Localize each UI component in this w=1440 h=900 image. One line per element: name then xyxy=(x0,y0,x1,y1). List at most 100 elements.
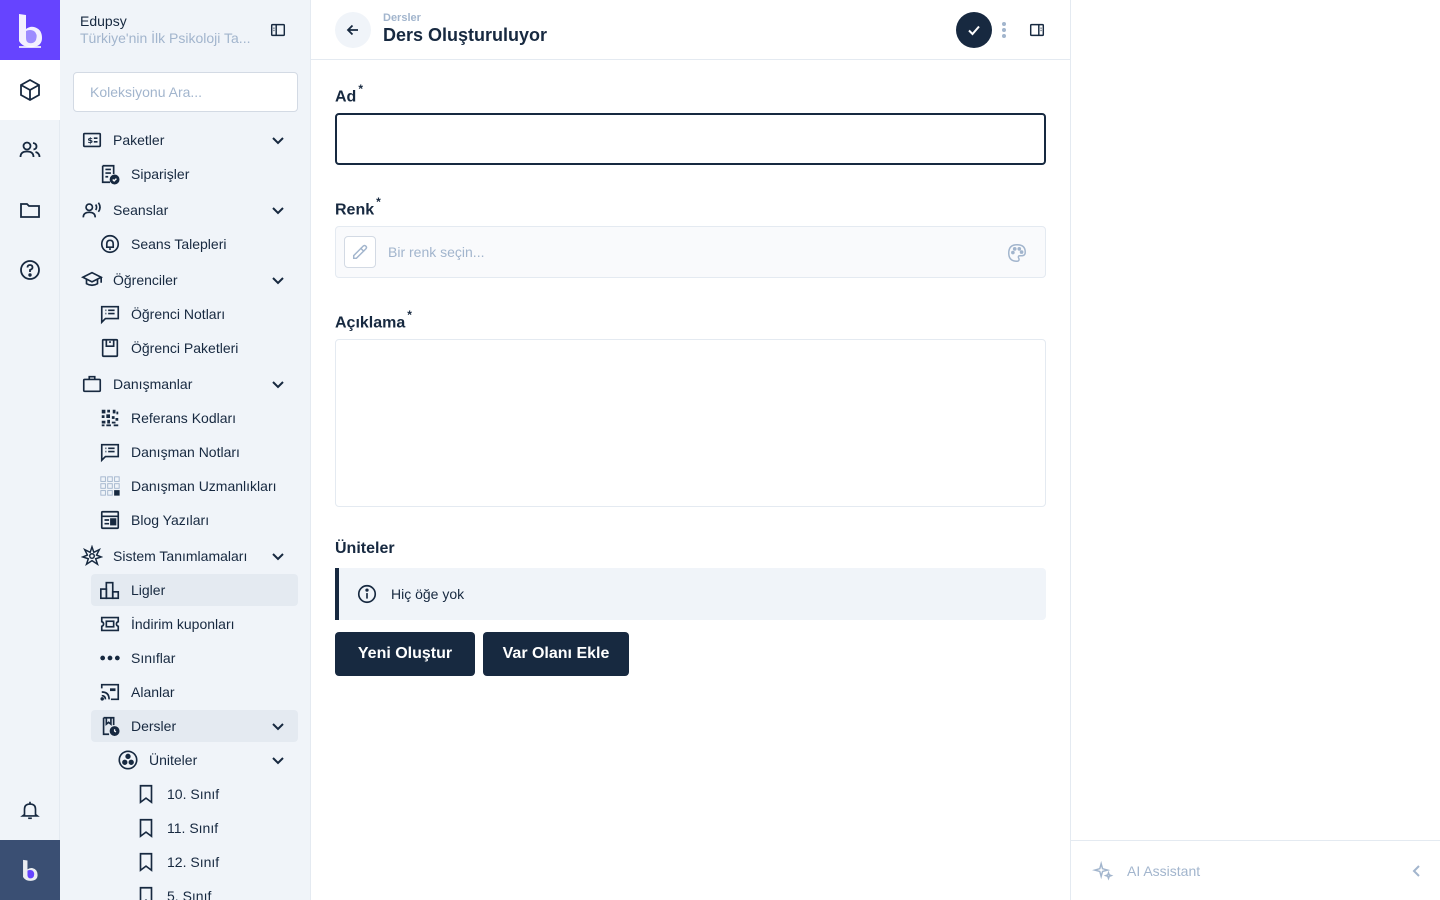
nav-item-label: Öğrenci Notları xyxy=(131,306,226,322)
logo-icon xyxy=(19,14,42,48)
nav-item-label: Danışmanlar xyxy=(113,376,193,392)
nav-item-danismanlar[interactable]: Danışmanlar xyxy=(81,368,298,400)
nav-item-label: Üniteler xyxy=(149,752,198,768)
palette-button[interactable] xyxy=(1005,241,1029,265)
user-avatar[interactable] xyxy=(0,840,60,900)
nav-item-danisman-uzmanliklari[interactable]: Danışman Uzmanlıkları xyxy=(99,470,298,502)
sidebar-left-icon xyxy=(270,23,286,37)
nav-item-ligler[interactable]: Ligler xyxy=(91,574,298,606)
nav-item-seanslar[interactable]: Seanslar xyxy=(81,194,298,226)
arrow-back-icon xyxy=(346,24,358,36)
nav-item-label: Öğrenci Paketleri xyxy=(131,340,239,356)
nav-item-label: Paketler xyxy=(113,132,165,148)
nav-item-label: Danışman Notları xyxy=(131,444,240,460)
voice-person-icon xyxy=(81,199,103,221)
empty-notice-text: Hiç öğe yok xyxy=(391,586,465,602)
header-bar: Dersler Ders Oluşturuluyor xyxy=(311,0,1070,60)
chevron-down-icon[interactable] xyxy=(268,716,288,736)
chevron-down-icon[interactable] xyxy=(268,270,288,290)
nav-item-label: Blog Yazıları xyxy=(131,512,210,528)
nav-item-blog-yazilari[interactable]: Blog Yazıları xyxy=(99,504,298,536)
color-picker-button[interactable] xyxy=(344,236,376,268)
colorize-icon xyxy=(352,244,368,260)
collection-search-input[interactable] xyxy=(73,72,298,112)
nav-item-12-sinif[interactable]: 12. Sınıf xyxy=(135,846,298,878)
palette-icon xyxy=(1008,244,1026,262)
bookmark-icon xyxy=(135,783,157,805)
chevron-down-icon[interactable] xyxy=(268,546,288,566)
settings-burst-icon xyxy=(81,545,103,567)
color-input[interactable]: Bir renk seçin... xyxy=(335,226,1046,278)
page-title: Ders Oluşturuluyor xyxy=(383,25,548,45)
nav-item-dersler[interactable]: Dersler xyxy=(91,710,298,742)
save-box-icon xyxy=(99,337,121,359)
nav-item-uniteler[interactable]: Üniteler xyxy=(117,744,298,776)
more-horizontal-icon xyxy=(99,647,121,669)
nav-item-paketler[interactable]: $ Paketler xyxy=(81,124,298,156)
nav-item-danisman-notlari[interactable]: Danışman Notları xyxy=(99,436,298,468)
project-descriptor: Türkiye'nin İlk Psikoloji Ta... xyxy=(80,30,251,46)
nav-item-ogrenci-notlari[interactable]: Öğrenci Notları xyxy=(99,298,298,330)
nav-item-label: Referans Kodları xyxy=(131,410,237,426)
nav-item-referans-kodlari[interactable]: Referans Kodları xyxy=(99,402,298,434)
project-logo[interactable] xyxy=(0,0,60,60)
more-vertical-icon xyxy=(1002,22,1006,38)
nav-item-11-sinif[interactable]: 11. Sınıf xyxy=(135,812,298,844)
notifications-button[interactable] xyxy=(0,780,60,840)
grid-icon xyxy=(99,475,121,497)
description-textarea[interactable] xyxy=(335,339,1046,507)
nav-item-10-sinif[interactable]: 10. Sınıf xyxy=(135,778,298,810)
nav-item-label: İndirim kuponları xyxy=(131,616,235,632)
ai-assistant-bar[interactable]: AI Assistant xyxy=(1071,840,1440,900)
nav-item-label: Alanlar xyxy=(131,684,175,700)
module-content[interactable] xyxy=(0,60,60,120)
nav-item-label: Öğrenciler xyxy=(113,272,178,288)
nav-item-ogrenciler[interactable]: Öğrenciler xyxy=(81,264,298,296)
chevron-down-icon[interactable] xyxy=(268,130,288,150)
name-input[interactable] xyxy=(335,113,1046,165)
collapse-nav-button[interactable] xyxy=(268,20,288,40)
nav-item-siniflar[interactable]: Sınıflar xyxy=(99,642,298,674)
nav-item-ogrenci-paketleri[interactable]: Öğrenci Paketleri xyxy=(99,332,298,364)
avatar-icon xyxy=(23,859,38,881)
chevron-down-icon[interactable] xyxy=(268,200,288,220)
chevron-down-icon[interactable] xyxy=(268,750,288,770)
nav-item-seans-talepleri[interactable]: Seans Talepleri xyxy=(99,228,298,260)
name-label-text: Ad xyxy=(335,88,357,106)
chevron-left-icon[interactable] xyxy=(1407,861,1427,881)
create-new-button[interactable]: Yeni Oluştur xyxy=(335,632,475,676)
school-cap-icon xyxy=(81,269,103,291)
add-existing-button[interactable]: Var Olanı Ekle xyxy=(483,632,629,676)
save-button[interactable] xyxy=(956,12,992,48)
nav-item-siparisler[interactable]: Siparişler xyxy=(99,158,298,190)
notes-icon xyxy=(99,303,121,325)
required-mark: * xyxy=(376,195,381,209)
more-options-button[interactable] xyxy=(994,18,1014,42)
required-mark: * xyxy=(407,308,412,322)
nav-item-alanlar[interactable]: Alanlar xyxy=(99,676,298,708)
toggle-sidebar-button[interactable] xyxy=(1027,20,1047,40)
receipt-check-icon xyxy=(99,163,121,185)
qr-code-icon xyxy=(99,407,121,429)
workspaces-icon xyxy=(117,749,139,771)
module-files[interactable] xyxy=(0,180,60,240)
sparkles-icon xyxy=(1091,859,1115,883)
check-icon xyxy=(968,25,980,36)
back-button[interactable] xyxy=(335,12,371,48)
help-icon xyxy=(20,260,40,280)
nav-item-label: 5. Sınıf xyxy=(167,888,212,900)
breadcrumb[interactable]: Dersler xyxy=(383,12,421,24)
module-help[interactable] xyxy=(0,240,60,300)
folder-icon xyxy=(20,203,40,218)
people-icon xyxy=(19,141,41,158)
svg-text:$: $ xyxy=(87,135,93,145)
module-users[interactable] xyxy=(0,120,60,180)
leaderboard-icon xyxy=(99,579,121,601)
chevron-down-icon[interactable] xyxy=(268,374,288,394)
nav-item-sistem-tanimlamalari[interactable]: Sistem Tanımlamaları xyxy=(81,540,298,572)
main-content: Dersler Ders Oluşturuluyor Ad * Renk * Bir… xyxy=(311,0,1070,900)
nav-item-5-sinif[interactable]: 5. Sınıf xyxy=(135,880,298,900)
nav-item-indirim-kuponlari[interactable]: İndirim kuponları xyxy=(99,608,298,640)
empty-notice: Hiç öğe yok xyxy=(335,568,1046,620)
cube-icon xyxy=(20,78,40,102)
